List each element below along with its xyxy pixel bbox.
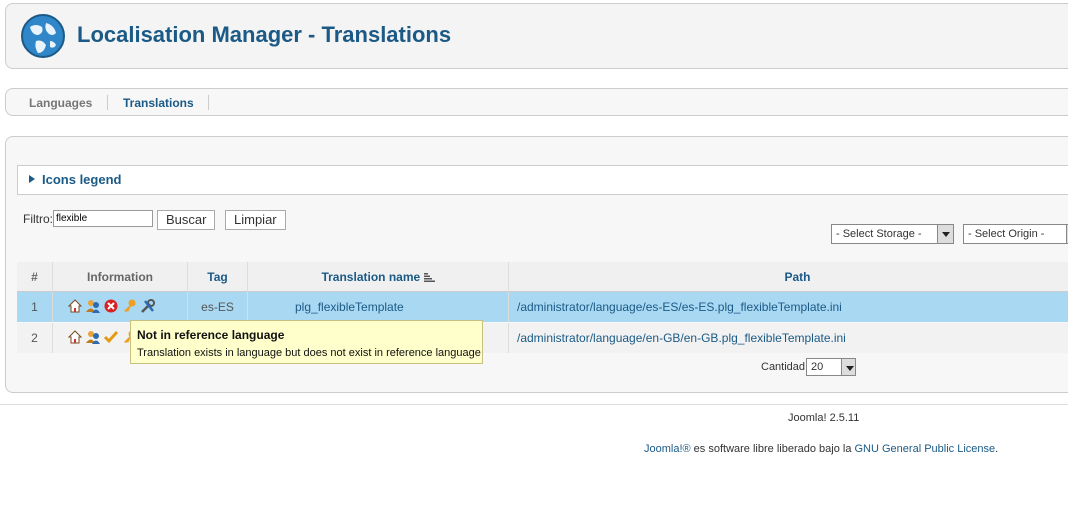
quantity-label: Cantidad bbox=[761, 361, 806, 373]
table-row[interactable]: 1 es-ES plg_flexibleTemplate /administra… bbox=[17, 292, 1068, 322]
row-path[interactable]: /administrator/language/es-ES/es-ES.plg_… bbox=[509, 292, 1068, 322]
row-translation-name[interactable]: plg_flexibleTemplate bbox=[248, 292, 509, 322]
key-icon[interactable] bbox=[122, 299, 136, 313]
license-middle: es software libre liberado bajo la bbox=[690, 443, 855, 455]
origin-select[interactable]: - Select Origin - bbox=[963, 224, 1068, 244]
header-bar: Localisation Manager - Translations bbox=[5, 3, 1068, 69]
origin-select-value: - Select Origin - bbox=[968, 228, 1045, 240]
icons-legend-title[interactable]: Icons legend bbox=[42, 172, 121, 187]
tab-languages[interactable]: Languages bbox=[29, 96, 92, 110]
search-button[interactable]: Buscar bbox=[157, 210, 216, 230]
row-path[interactable]: /administrator/language/en-GB/en-GB.plg_… bbox=[509, 323, 1068, 353]
quantity-select[interactable]: 20 bbox=[806, 358, 856, 376]
row-tag: es-ES bbox=[188, 292, 248, 322]
tooltip-title: Not in reference language bbox=[137, 328, 285, 342]
globe-icon bbox=[21, 14, 65, 58]
column-header-num: # bbox=[17, 262, 53, 292]
triangle-right-icon bbox=[29, 175, 35, 183]
checkmark-icon[interactable] bbox=[104, 330, 118, 344]
tooltip-text: Translation exists in language but does … bbox=[137, 347, 481, 359]
license-text: Joomla!® es software libre liberado bajo… bbox=[644, 443, 998, 455]
storage-select-value: - Select Storage - bbox=[836, 228, 922, 240]
tooltip: Not in reference language Translation ex… bbox=[130, 320, 483, 364]
tab-separator bbox=[107, 95, 108, 110]
icons-legend-toggle[interactable]: Icons legend bbox=[17, 165, 1068, 195]
column-header-tag[interactable]: Tag bbox=[188, 262, 248, 292]
home-icon[interactable] bbox=[68, 299, 82, 313]
clear-button[interactable]: Limpiar bbox=[225, 210, 286, 230]
row-number: 2 bbox=[17, 323, 53, 353]
chevron-down-icon bbox=[841, 359, 855, 375]
users-icon[interactable] bbox=[86, 330, 100, 344]
joomla-link[interactable]: Joomla!® bbox=[644, 443, 691, 455]
version-text: Joomla! 2.5.11 bbox=[788, 412, 860, 424]
license-end: . bbox=[995, 443, 999, 455]
error-icon[interactable] bbox=[104, 299, 118, 313]
storage-select[interactable]: - Select Storage - bbox=[831, 224, 954, 244]
tools-icon[interactable] bbox=[141, 299, 155, 313]
sort-icon bbox=[423, 273, 435, 282]
column-header-path[interactable]: Path bbox=[509, 262, 1068, 292]
column-header-translation-name-label: Translation name bbox=[321, 270, 421, 284]
page-title: Localisation Manager - Translations bbox=[77, 22, 452, 47]
gpl-link[interactable]: GNU General Public License bbox=[855, 443, 996, 455]
row-number: 1 bbox=[17, 292, 53, 322]
quantity-select-value: 20 bbox=[811, 361, 824, 373]
tab-translations[interactable]: Translations bbox=[123, 96, 194, 110]
chevron-down-icon bbox=[937, 225, 953, 243]
footer-divider bbox=[0, 404, 1068, 405]
users-icon[interactable] bbox=[86, 299, 100, 313]
filter-input[interactable] bbox=[53, 210, 153, 227]
column-header-information: Information bbox=[53, 262, 188, 292]
submenu-tabs: Languages Translations bbox=[5, 88, 1068, 116]
row-info-icons bbox=[53, 292, 188, 322]
home-icon[interactable] bbox=[68, 330, 82, 344]
tab-separator bbox=[208, 95, 209, 110]
filter-label: Filtro: bbox=[23, 212, 53, 226]
column-header-translation-name[interactable]: Translation name bbox=[248, 262, 509, 292]
